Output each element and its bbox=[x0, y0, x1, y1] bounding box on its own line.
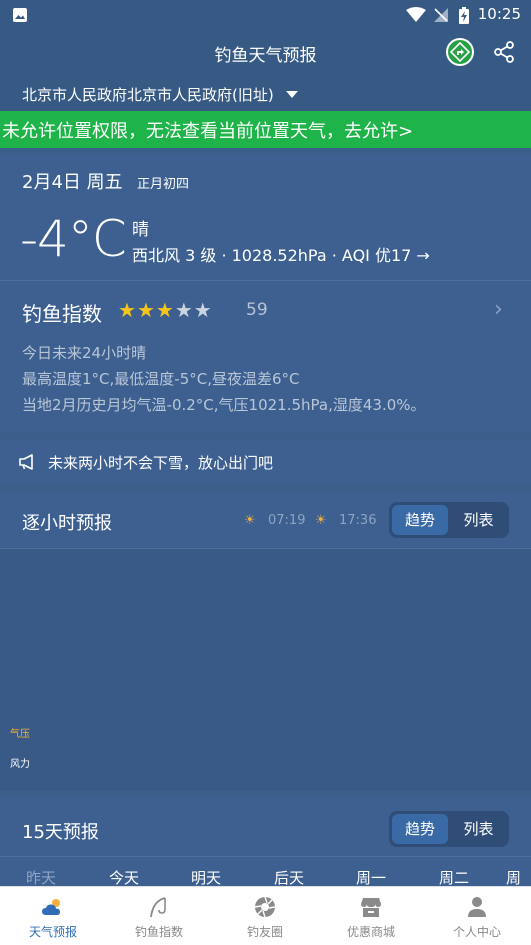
person-icon bbox=[468, 897, 486, 917]
fishing-index-score: 59 bbox=[246, 300, 268, 320]
day-label: 今天 bbox=[108, 869, 139, 887]
legend-wind: 风力 bbox=[10, 759, 30, 770]
sunrise-icon: ☀ bbox=[244, 513, 256, 528]
nav-item-fishing[interactable]: 钓鱼指数 bbox=[106, 887, 212, 945]
fishing-desc-line: 今日未来24小时晴 bbox=[22, 344, 147, 362]
nav-label: 钓友圈 bbox=[246, 925, 283, 939]
today-weather-card: 2月4日 周五 正月初四 -4°C 晴 西北风 3 级 · 1028.52hPa… bbox=[0, 154, 531, 432]
fishing-desc-line: 最高温度1°C,最低温度-5°C,昼夜温差6°C bbox=[22, 370, 300, 388]
star-empty-icon: ★ bbox=[193, 298, 213, 322]
toggle-trend[interactable]: 趋势 bbox=[392, 814, 448, 844]
nav-item-shop[interactable]: 优惠商城 bbox=[318, 887, 424, 945]
fishing-desc-line: 当地2月历史月均气温-0.2°C,气压1021.5hPa,湿度43.0%。 bbox=[22, 396, 426, 414]
gallery-notification-icon bbox=[13, 8, 27, 22]
location-permission-banner[interactable]: 未允许位置权限，无法查看当前位置天气，去允许> bbox=[0, 111, 531, 148]
daily-forecast-title: 15天预报 bbox=[22, 822, 99, 843]
battery-charging-icon bbox=[459, 7, 469, 24]
bottom-navigation: 天气预报 钓鱼指数 钓友圈 优惠商城 个人中心 bbox=[0, 886, 531, 945]
nav-label: 钓鱼指数 bbox=[134, 925, 183, 939]
nav-item-weather[interactable]: 天气预报 bbox=[0, 887, 106, 945]
status-bar: 10:25 bbox=[0, 0, 531, 30]
daily-view-toggle: 趋势 列表 bbox=[389, 811, 509, 847]
hourly-forecast-title: 逐小时预报 bbox=[22, 513, 112, 534]
day-label: 昨天 bbox=[25, 869, 56, 887]
status-time: 10:25 bbox=[477, 5, 521, 23]
sunset-time: 17:36 bbox=[339, 513, 377, 528]
weather-condition: 晴 bbox=[132, 220, 149, 240]
toggle-trend[interactable]: 趋势 bbox=[392, 505, 448, 535]
star-filled-icon: ★ bbox=[136, 298, 156, 322]
lunar-date: 正月初四 bbox=[137, 177, 190, 192]
legend-pressure: 气压 bbox=[10, 729, 30, 740]
day-label: 周 bbox=[506, 869, 522, 887]
day-label: 明天 bbox=[190, 869, 221, 887]
nav-label: 天气预报 bbox=[28, 925, 77, 939]
camera-aperture-icon bbox=[254, 896, 276, 918]
weather-icon bbox=[42, 899, 60, 915]
divider bbox=[0, 280, 531, 281]
star-filled-icon: ★ bbox=[155, 298, 175, 322]
shop-icon bbox=[361, 898, 381, 917]
wifi-icon bbox=[406, 7, 426, 22]
caret-down-icon bbox=[286, 91, 298, 98]
location-name: 北京市人民政府北京市人民政府(旧址) bbox=[22, 86, 274, 104]
location-selector[interactable]: 北京市人民政府北京市人民政府(旧址) bbox=[0, 75, 531, 111]
hourly-view-toggle: 趋势 列表 bbox=[389, 502, 509, 538]
divider bbox=[0, 856, 531, 857]
permission-banner-text: 未允许位置权限，无法查看当前位置天气，去允许> bbox=[2, 121, 414, 142]
hourly-forecast-card: 逐小时预报 ☀ 07:19 ☀ 17:36 趋势 列表 气压 风力 bbox=[0, 491, 531, 791]
app-header: 钓鱼天气预报 bbox=[0, 30, 531, 75]
share-icon[interactable] bbox=[492, 40, 516, 64]
today-date: 2月4日 周五 bbox=[22, 172, 123, 193]
star-empty-icon: ★ bbox=[174, 298, 194, 322]
fishing-icon bbox=[150, 897, 166, 918]
fishing-index-label: 钓鱼指数 bbox=[22, 302, 102, 326]
nav-label: 优惠商城 bbox=[346, 925, 395, 939]
no-signal-icon bbox=[434, 8, 448, 22]
daily-forecast-card: 15天预报 趋势 列表 昨天 今天 明天 后天 周一 周二 周 bbox=[0, 798, 531, 887]
megaphone-icon bbox=[19, 454, 33, 470]
current-temperature: -4°C bbox=[20, 210, 127, 268]
fishing-index-stars: ★★★★★ bbox=[118, 298, 213, 322]
sunrise-time: 07:19 bbox=[268, 513, 306, 528]
day-label: 周一 bbox=[355, 869, 386, 887]
precipitation-notice: 未来两小时不会下雪，放心出门吧 bbox=[0, 440, 531, 484]
navigation-icon[interactable] bbox=[446, 38, 474, 66]
nav-item-community[interactable]: 钓友圈 bbox=[212, 887, 318, 945]
nav-label: 个人中心 bbox=[452, 925, 501, 939]
day-label: 周二 bbox=[438, 869, 469, 887]
toggle-list[interactable]: 列表 bbox=[451, 505, 506, 535]
nav-item-profile[interactable]: 个人中心 bbox=[424, 887, 530, 945]
notice-text: 未来两小时不会下雪，放心出门吧 bbox=[48, 454, 274, 472]
chevron-right-icon[interactable]: › bbox=[494, 297, 503, 322]
day-label: 后天 bbox=[273, 869, 304, 887]
toggle-list[interactable]: 列表 bbox=[451, 814, 506, 844]
hourly-chart-area[interactable] bbox=[0, 549, 531, 791]
sunset-icon: ☀ bbox=[315, 513, 327, 528]
star-filled-icon: ★ bbox=[118, 298, 137, 322]
weather-detail[interactable]: 西北风 3 级 · 1028.52hPa · AQI 优17 → bbox=[132, 242, 430, 266]
